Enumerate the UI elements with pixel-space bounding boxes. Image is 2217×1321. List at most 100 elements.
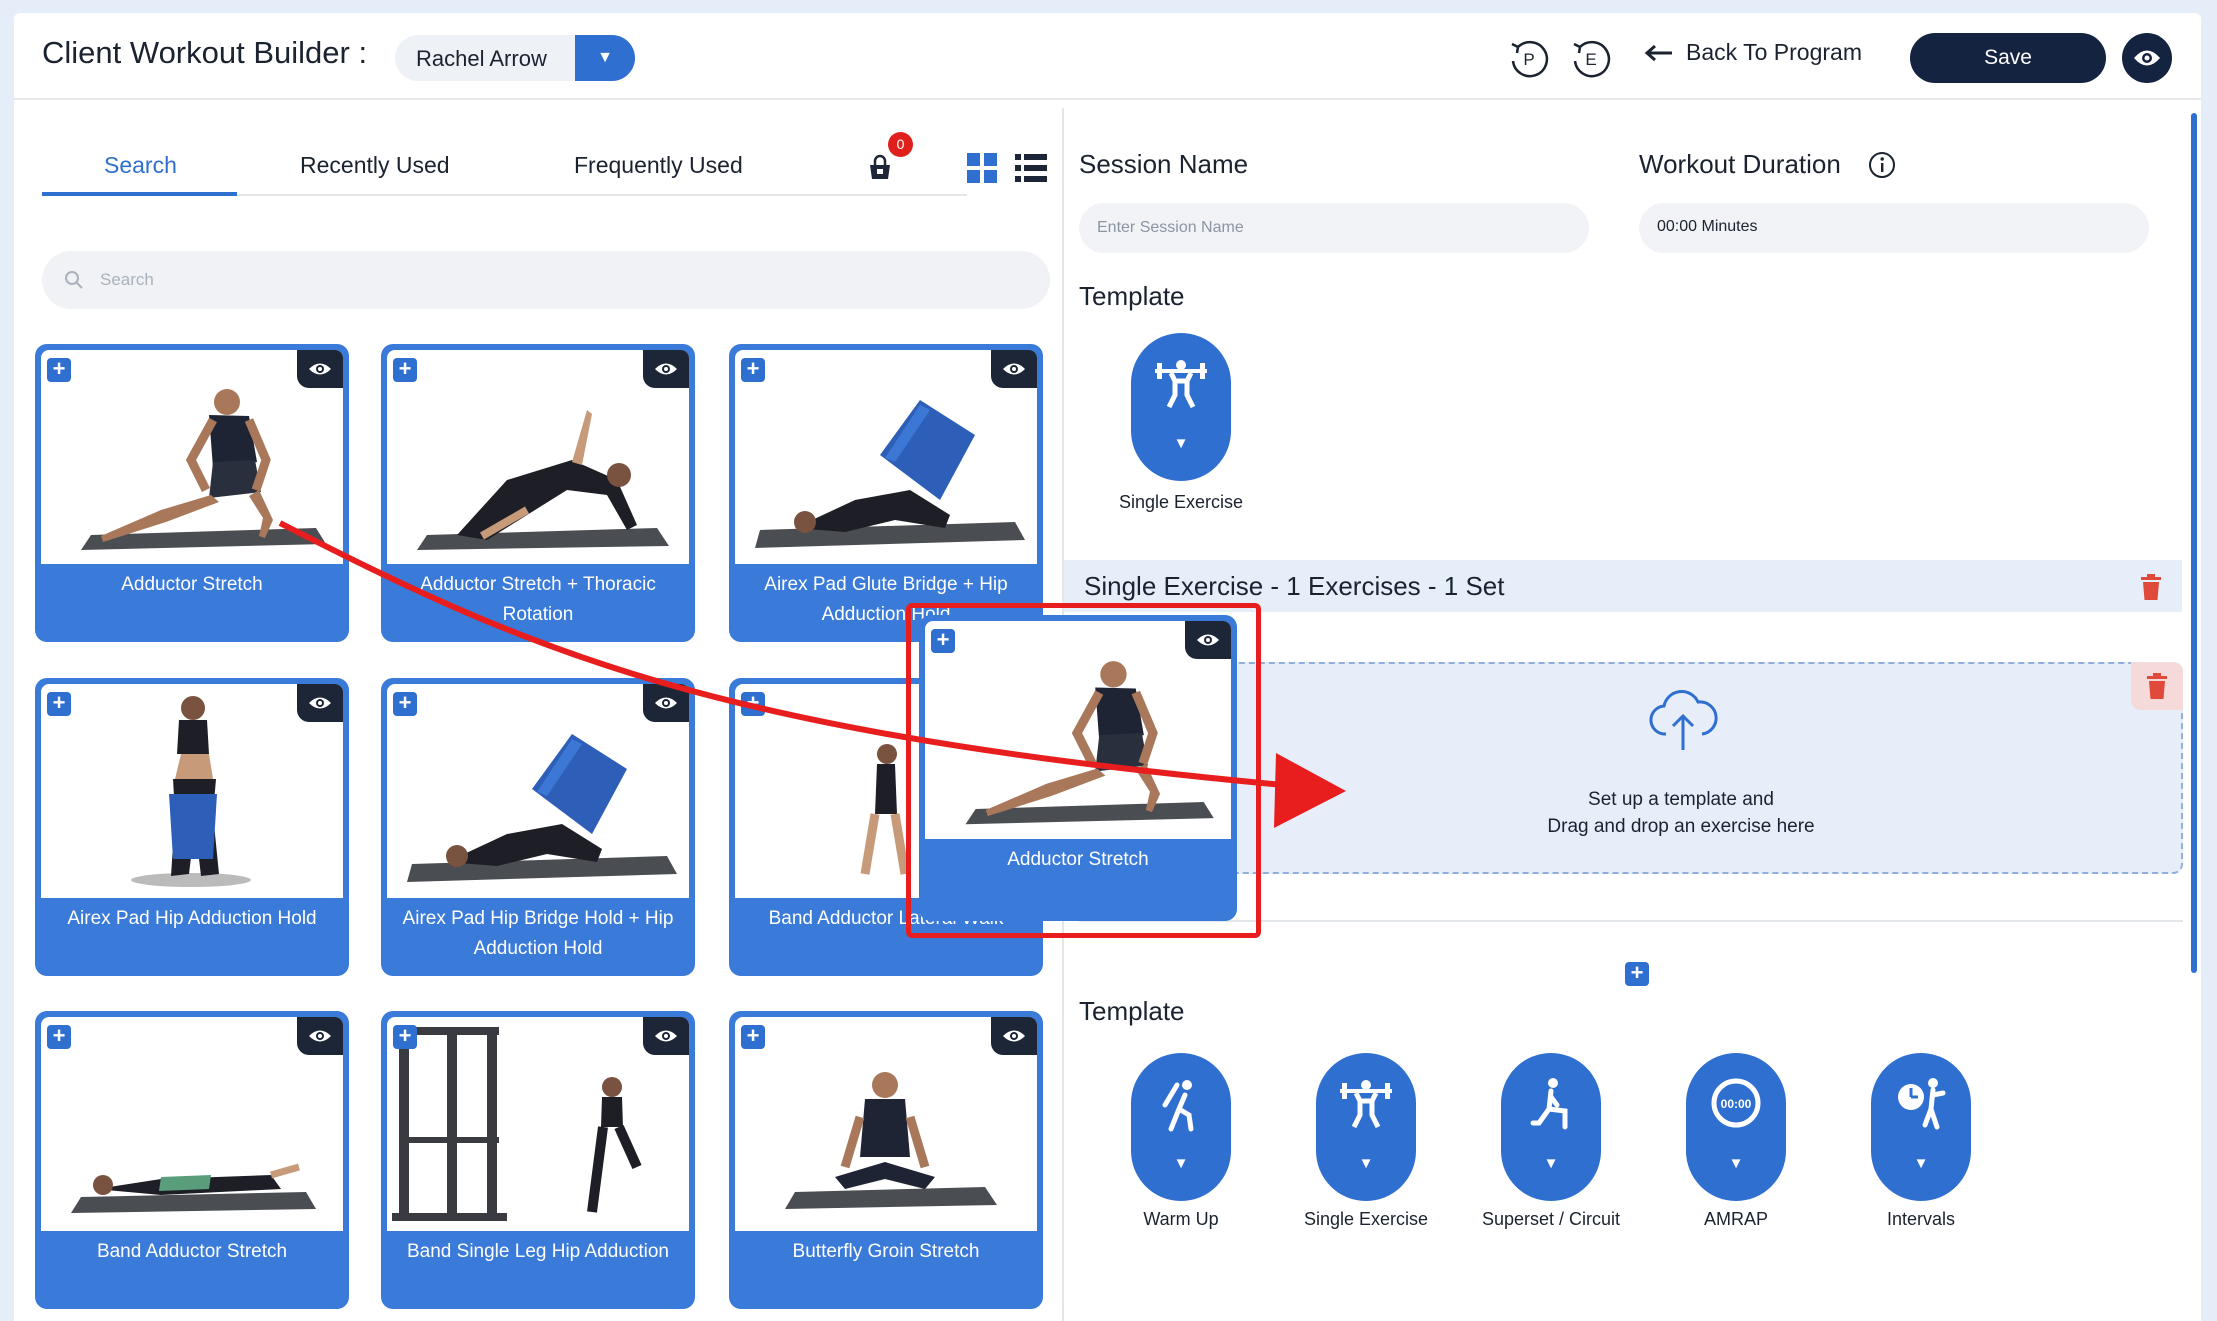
session-name-input[interactable] (1097, 215, 1517, 241)
exercise-name: Airex Pad Hip Bridge Hold + Hip Adductio… (402, 908, 674, 959)
search-bar[interactable] (42, 251, 1050, 309)
session-name-field[interactable] (1079, 203, 1589, 253)
eye-icon (309, 1030, 331, 1042)
amrap-icon-text: 00:00 (1721, 1097, 1752, 1111)
chevron-down-icon[interactable]: ▼ (575, 35, 635, 81)
add-exercise-button[interactable]: + (741, 1025, 765, 1049)
eye-icon (655, 697, 677, 709)
undo-p-icon[interactable]: P (1504, 33, 1554, 83)
exercise-card[interactable]: + Airex Pad Hip Bridge Hold + Hip Adduct… (381, 678, 695, 976)
add-exercise-button[interactable]: + (393, 692, 417, 716)
list-view-icon[interactable] (1015, 153, 1047, 183)
exercise-card[interactable]: + Band Adductor Stretch (35, 1011, 349, 1309)
exercise-name: Band Adductor Stretch (96, 1241, 288, 1262)
drop-zone-line-2: Drag and drop an exercise here (1547, 816, 1815, 837)
exercise-card[interactable]: + Airex Pad Glute Bridge + Hip Adduction… (729, 344, 1043, 642)
exercise-card[interactable]: + Airex Pad Hip Adduction Hold (35, 678, 349, 976)
add-exercise-button[interactable]: + (47, 692, 71, 716)
eye-icon (309, 363, 331, 375)
chevron-down-icon: ▼ (1173, 435, 1189, 452)
preview-exercise-button[interactable] (297, 684, 343, 722)
drop-zone-instructions: Set up a template and Drag and drop an e… (1381, 786, 1981, 840)
undo-e-icon[interactable]: E (1566, 33, 1616, 83)
client-name: Rachel Arrow (416, 46, 547, 71)
active-tab-indicator (42, 192, 237, 196)
eye-icon (309, 697, 331, 709)
trash-icon (2147, 673, 2167, 699)
template-superset-circuit[interactable]: ▼ (1501, 1053, 1601, 1201)
tab-frequently-used[interactable]: Frequently Used (574, 152, 743, 179)
template-single-exercise[interactable]: ▼ (1316, 1053, 1416, 1201)
info-icon[interactable] (1868, 151, 1896, 179)
undo-e-label: E (1585, 50, 1596, 69)
grid-view-icon[interactable] (966, 152, 998, 184)
builder-scrollbar[interactable] (2191, 113, 2197, 973)
stopwatch-person-icon (1898, 1078, 1946, 1130)
exercise-image (925, 621, 1231, 839)
chevron-down-icon: ▼ (1173, 1155, 1189, 1172)
dragging-exercise-card[interactable]: + Adductor Stretch (919, 615, 1237, 921)
preview-exercise-button[interactable] (297, 1017, 343, 1055)
add-exercise-button[interactable]: + (47, 1025, 71, 1049)
preview-exercise-button[interactable] (643, 1017, 689, 1055)
template-intervals-label: Intervals (1886, 1209, 1956, 1229)
barbell-person-icon (1155, 360, 1207, 409)
stretch-person-icon (1162, 1080, 1194, 1132)
preview-exercise-button[interactable] (643, 350, 689, 388)
exercise-card[interactable]: + Butterfly Groin Stretch (729, 1011, 1043, 1309)
chevron-down-icon: ▼ (1358, 1155, 1374, 1172)
template-superset-circuit-label: Superset / Circuit (1481, 1209, 1621, 1229)
template-single-exercise-label: Single Exercise (1303, 1209, 1429, 1229)
exercise-card[interactable]: + Band Single Leg Hip Adduction (381, 1011, 695, 1309)
delete-block-button[interactable] (2131, 662, 2183, 710)
template-warm-up[interactable]: ▼ (1131, 1053, 1231, 1201)
template-intervals[interactable]: ▼ (1871, 1053, 1971, 1201)
template-warm-up-label: Warm Up (1143, 1209, 1219, 1229)
save-button[interactable]: Save (1910, 33, 2106, 83)
selected-template-single-exercise[interactable]: ▼ (1131, 333, 1231, 481)
preview-exercise-button[interactable] (991, 350, 1037, 388)
preview-button[interactable] (2122, 33, 2172, 83)
template-amrap[interactable]: 00:00 ▼ (1686, 1053, 1786, 1201)
back-label: Back To Program (1686, 39, 1862, 65)
chevron-down-icon: ▼ (1543, 1155, 1559, 1172)
add-exercise-button[interactable]: + (931, 629, 955, 653)
preview-exercise-button[interactable] (297, 350, 343, 388)
tab-recently-used[interactable]: Recently Used (300, 152, 450, 179)
workout-duration-label: Workout Duration (1639, 149, 1841, 179)
template-amrap-label: AMRAP (1703, 1209, 1768, 1229)
arrow-left-icon (1644, 44, 1672, 61)
add-exercise-button[interactable]: + (741, 358, 765, 382)
back-to-program-link[interactable]: Back To Program (1644, 39, 1862, 66)
workout-duration-field[interactable]: 00:00 Minutes (1639, 203, 2149, 253)
search-input[interactable] (100, 265, 1000, 295)
exercise-card[interactable]: + Adductor Stretch (35, 344, 349, 642)
page-title: Client Workout Builder : (42, 35, 368, 70)
cloud-upload-icon (1649, 690, 1718, 750)
bag-icon[interactable] (865, 152, 895, 182)
eye-icon (2134, 50, 2160, 66)
preview-exercise-button[interactable] (991, 1017, 1037, 1055)
exercise-name: Butterfly Groin Stretch (792, 1241, 980, 1262)
preview-exercise-button[interactable] (1185, 621, 1231, 659)
add-exercise-button[interactable]: + (393, 1025, 417, 1049)
exercise-card[interactable]: + Adductor Stretch + Thoracic Rotation (381, 344, 695, 642)
session-block-title: Single Exercise - 1 Exercises - 1 Set (1084, 571, 1505, 601)
exercise-name: Adductor Stretch + Thoracic Rotation (420, 574, 656, 625)
add-block-button[interactable]: + (1625, 962, 1649, 986)
exercise-name: Adductor Stretch (1007, 849, 1149, 870)
eye-icon (1197, 634, 1219, 646)
barbell-person-icon (1340, 1080, 1392, 1129)
template-label-2: Template (1079, 996, 1185, 1026)
add-exercise-button[interactable]: + (741, 692, 765, 716)
eye-icon (655, 363, 677, 375)
template-label: Template (1079, 281, 1185, 311)
add-exercise-button[interactable]: + (393, 358, 417, 382)
cart-count-badge: 0 (888, 132, 913, 157)
preview-exercise-button[interactable] (643, 684, 689, 722)
tab-search[interactable]: Search (104, 152, 177, 179)
exercise-name: Adductor Stretch (121, 574, 263, 595)
client-select[interactable]: Rachel Arrow ▼ (395, 35, 635, 81)
add-exercise-button[interactable]: + (47, 358, 71, 382)
trash-icon[interactable] (2140, 574, 2162, 600)
